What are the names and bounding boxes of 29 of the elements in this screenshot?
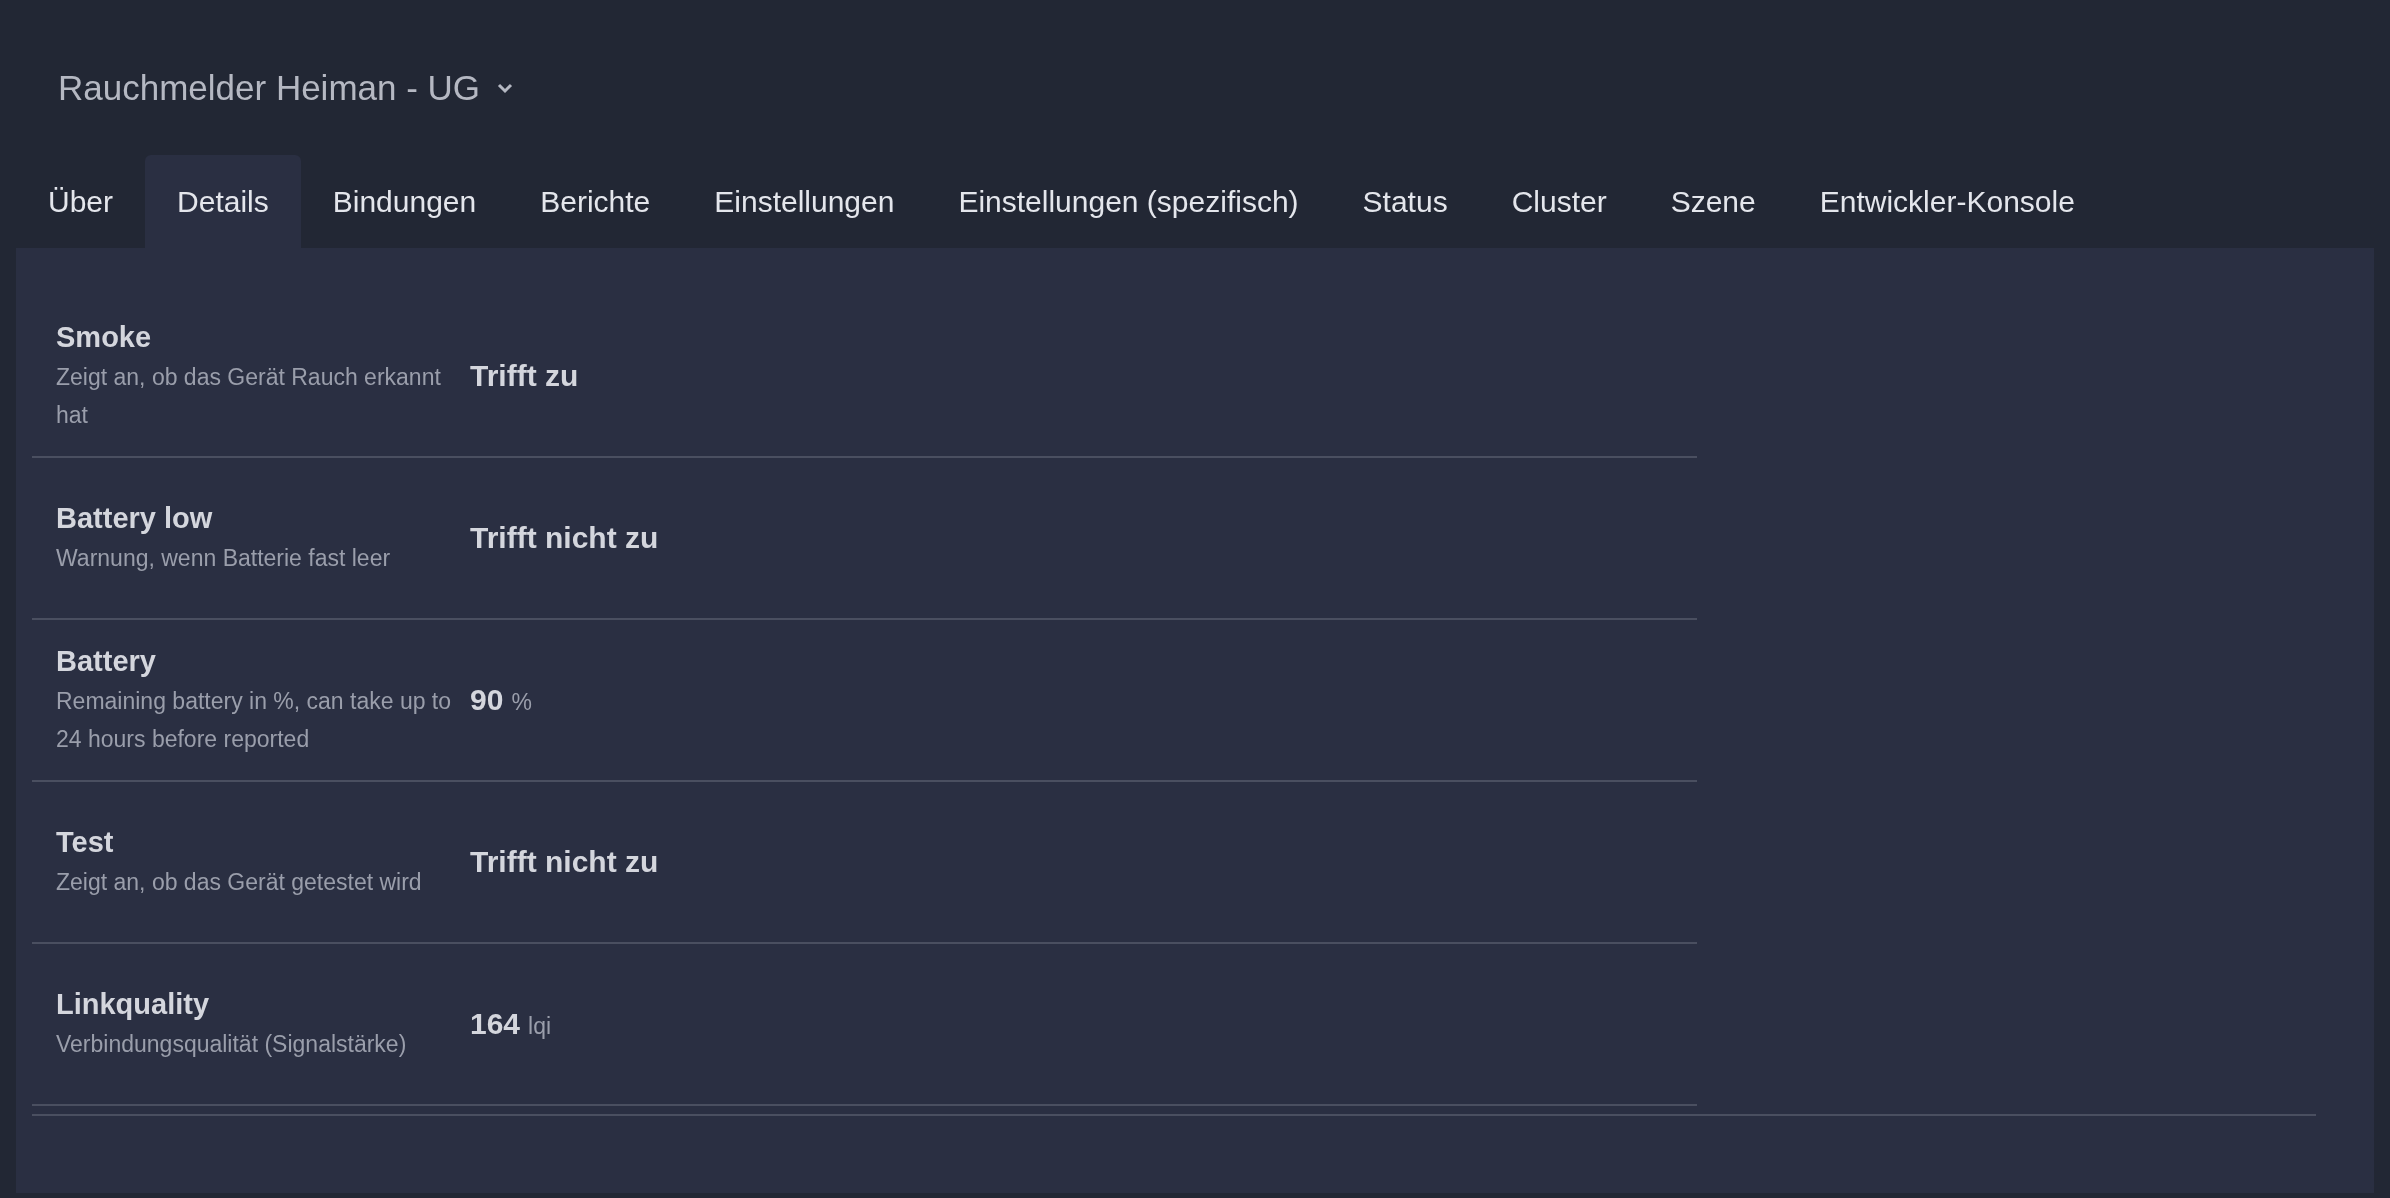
unit-label: lqi (528, 1012, 552, 1041)
property-name: Test (56, 824, 115, 860)
property-value: 164 (470, 1006, 521, 1042)
property-description: Zeigt an, ob das Gerät getestet wird (56, 867, 423, 897)
property-name: Battery (56, 643, 157, 679)
device-title: Rauchmelder Heiman - UG (58, 67, 481, 109)
tab[interactable]: Cluster (1479, 154, 1639, 248)
tab[interactable]: Details (145, 154, 301, 248)
property-name: Linkquality (56, 986, 211, 1022)
unit-label: % (511, 688, 532, 717)
tab[interactable]: Szene (1638, 154, 1788, 248)
tab[interactable]: Entwickler-Konsole (1787, 154, 2107, 248)
property-value: 90 (470, 682, 504, 718)
tab[interactable]: Einstellungen (spezifisch) (926, 154, 1331, 248)
chevron-down-icon[interactable] (496, 82, 515, 95)
property-description: Remaining battery in %, can take up to 24 hours before reported (56, 686, 453, 754)
property-value: Trifft zu (470, 358, 579, 394)
property-value: Trifft nicht zu (470, 844, 659, 880)
property-description: Warnung, wenn Batterie fast leer (56, 543, 392, 573)
tab[interactable]: Berichte (508, 154, 683, 248)
property-description: Verbindungsqualität (Signalstärke) (56, 1029, 408, 1059)
tab[interactable]: Bindungen (300, 154, 509, 248)
property-value: Trifft nicht zu (470, 520, 659, 556)
property-name: Smoke (56, 319, 153, 355)
property-name: Battery low (56, 500, 214, 536)
tab[interactable]: Status (1330, 154, 1480, 248)
property-description: Zeigt an, ob das Gerät Rauch erkannt hat (56, 362, 442, 430)
tab[interactable]: Einstellungen (682, 154, 927, 248)
tab[interactable]: Über (16, 154, 146, 248)
